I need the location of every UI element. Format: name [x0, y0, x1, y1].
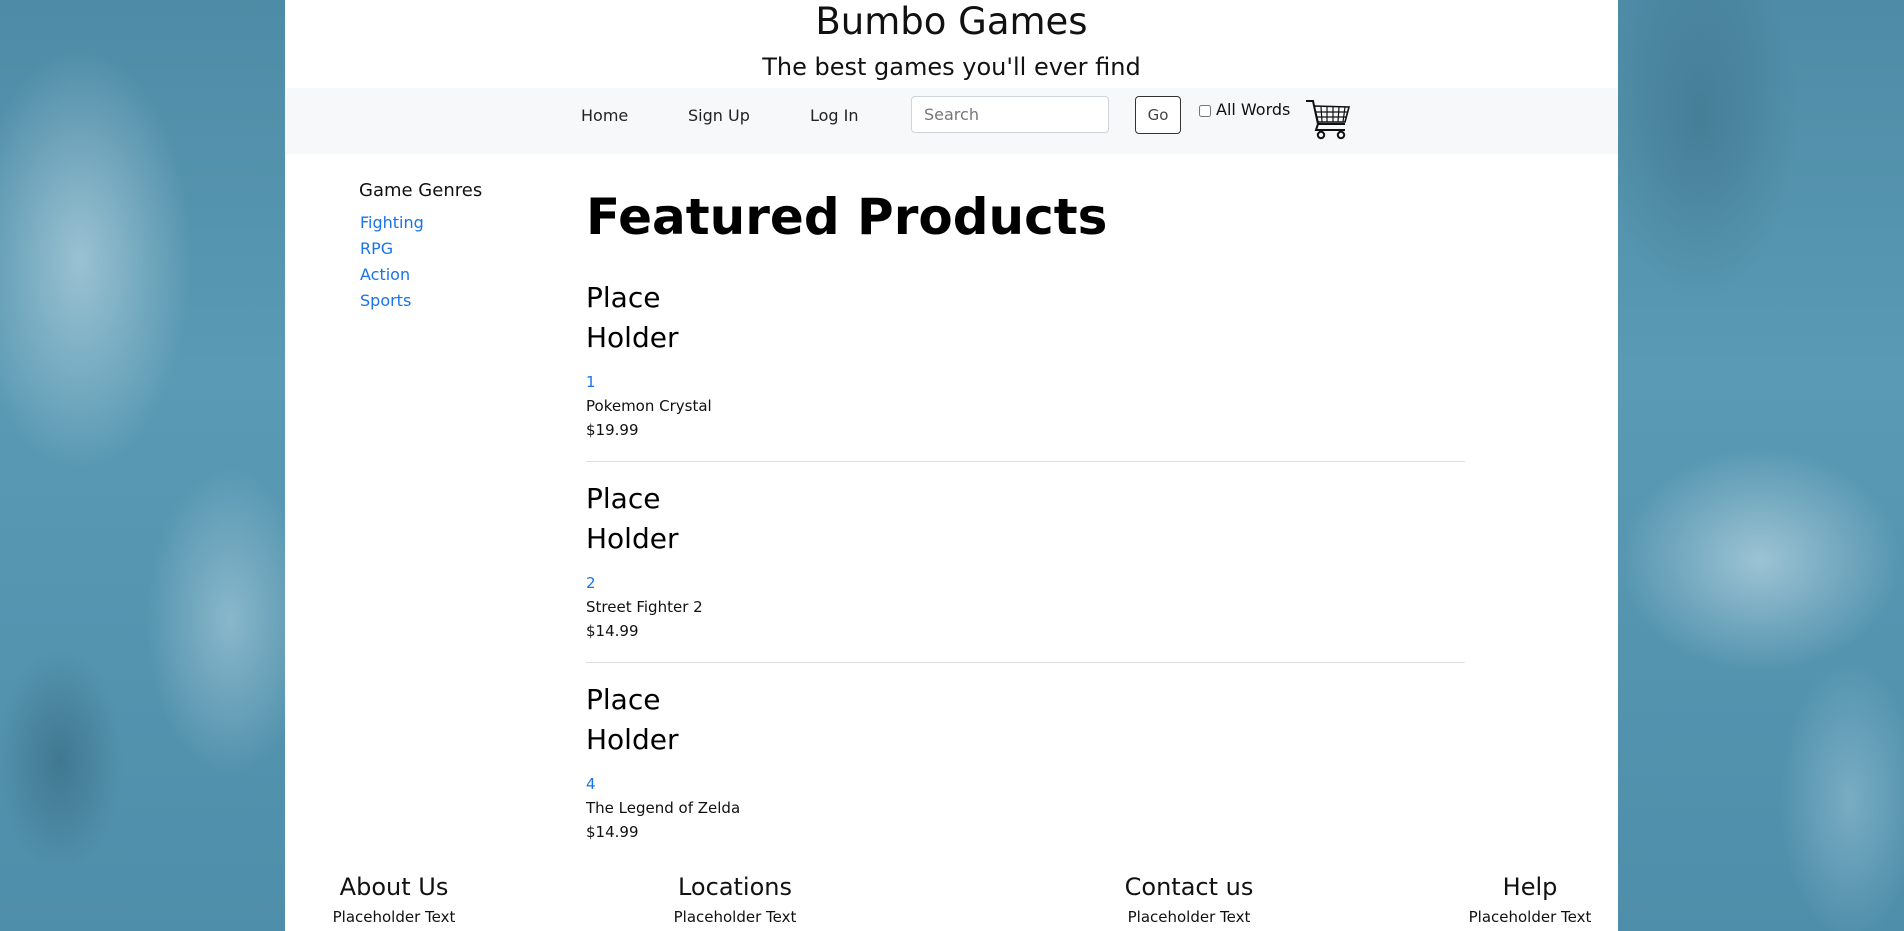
site-tagline: The best games you'll ever find — [762, 53, 1141, 81]
nav-home-link[interactable]: Home — [581, 88, 628, 154]
product-id-link[interactable]: 4 — [586, 772, 1465, 796]
sidebar-title: Game Genres — [359, 180, 483, 201]
genre-link-fighting[interactable]: Fighting — [360, 213, 424, 232]
footer-help: Help Placeholder Text — [1455, 870, 1605, 926]
product-divider — [586, 662, 1465, 663]
footer-text: Placeholder Text — [332, 908, 456, 926]
featured-products-heading: Featured Products — [586, 188, 1108, 246]
footer-contact-us: Contact us Placeholder Text — [1114, 870, 1264, 926]
footer-locations: Locations Placeholder Text — [660, 870, 810, 926]
footer-text: Placeholder Text — [673, 908, 797, 926]
nav-signup-link[interactable]: Sign Up — [688, 88, 750, 154]
page-container: Bumbo Games The best games you'll ever f… — [285, 0, 1618, 931]
product-divider — [586, 461, 1465, 462]
product-price: $14.99 — [586, 823, 639, 841]
genre-link-action[interactable]: Action — [360, 265, 410, 284]
footer-heading: Help — [1502, 873, 1558, 901]
footer-about-us: About Us Placeholder Text — [319, 870, 469, 926]
product-card: Place Holder 1 Pokemon Crystal $19.99 — [586, 278, 1465, 442]
product-name: The Legend of Zelda — [586, 799, 741, 817]
nav-login-link[interactable]: Log In — [810, 88, 859, 154]
footer-text: Placeholder Text — [1468, 908, 1592, 926]
product-name: Pokemon Crystal — [586, 397, 712, 415]
site-title: Bumbo Games — [815, 0, 1088, 43]
product-image-placeholder: Place Holder — [586, 482, 679, 555]
footer-heading: Contact us — [1124, 873, 1254, 901]
shopping-cart-icon[interactable] — [1305, 98, 1351, 140]
product-image-placeholder: Place Holder — [586, 281, 679, 354]
footer-text: Placeholder Text — [1127, 908, 1251, 926]
all-words-label: All Words — [1216, 100, 1291, 119]
genre-link-rpg[interactable]: RPG — [360, 239, 393, 258]
product-price: $19.99 — [586, 421, 639, 439]
go-button[interactable]: Go — [1135, 96, 1181, 134]
product-image-placeholder: Place Holder — [586, 683, 679, 756]
product-card: Place Holder 4 The Legend of Zelda $14.9… — [586, 680, 1465, 844]
genre-link-sports[interactable]: Sports — [360, 291, 411, 310]
search-input[interactable] — [911, 96, 1109, 133]
product-id-link[interactable]: 1 — [586, 370, 1465, 394]
product-name: Street Fighter 2 — [586, 598, 703, 616]
product-card: Place Holder 2 Street Fighter 2 $14.99 — [586, 479, 1465, 643]
product-id-link[interactable]: 2 — [586, 571, 1465, 595]
footer-heading: About Us — [339, 873, 449, 901]
product-price: $14.99 — [586, 622, 639, 640]
footer-heading: Locations — [677, 873, 792, 901]
all-words-checkbox[interactable] — [1199, 105, 1211, 117]
navbar: Home Sign Up Log In Go All Words — [285, 88, 1618, 154]
